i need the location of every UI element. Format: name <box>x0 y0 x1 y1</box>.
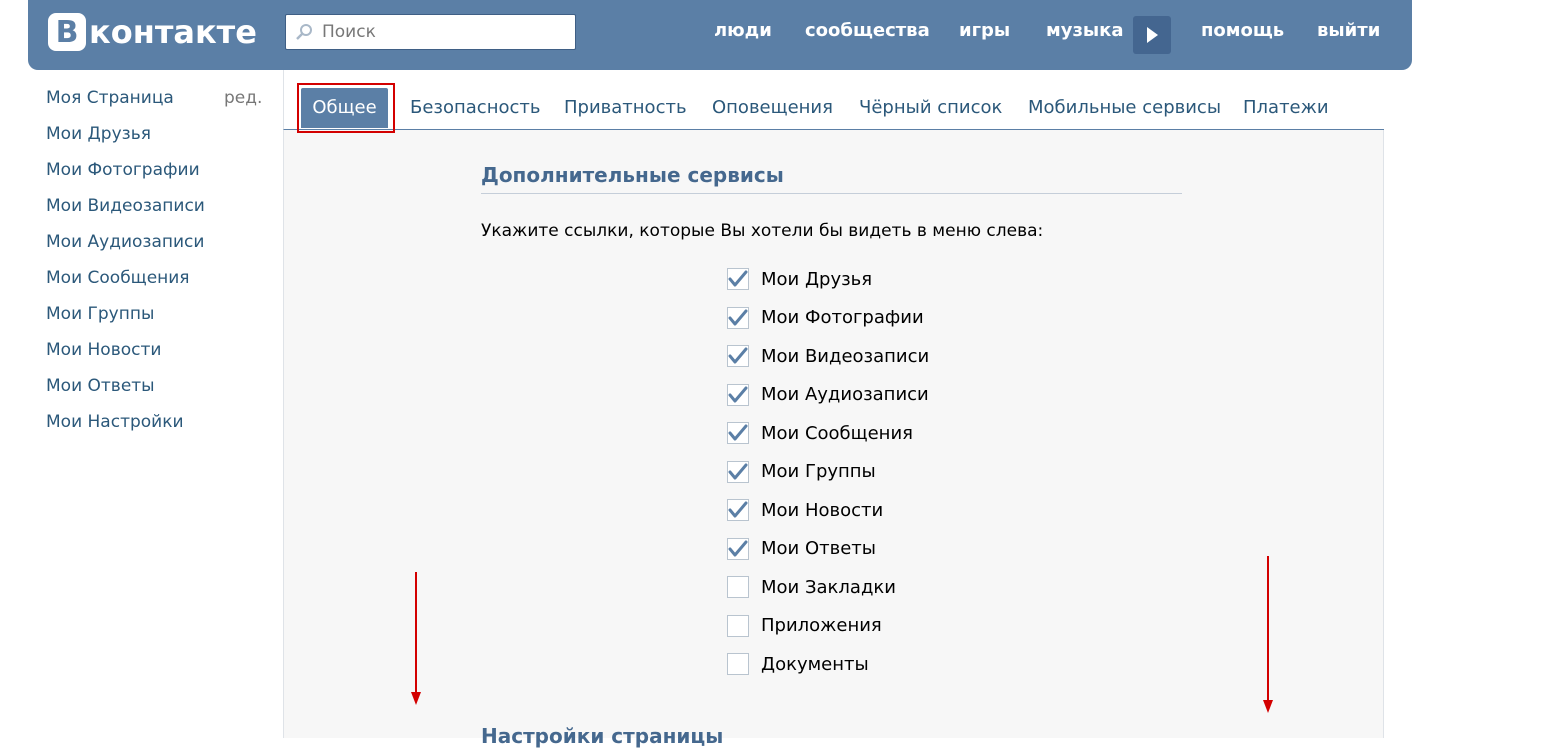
checkbox[interactable] <box>727 537 749 560</box>
top-header: В контакте люди сообщества игры музыка п… <box>28 0 1412 70</box>
tab-blacklist[interactable]: Чёрный список <box>859 88 1002 126</box>
logo-letter: В <box>48 13 86 51</box>
nav-music[interactable]: музыка <box>1046 20 1124 41</box>
edit-link[interactable]: ред. <box>224 84 262 112</box>
sidebar-item-news[interactable]: Мои Новости <box>46 336 266 372</box>
vk-logo[interactable]: В контакте <box>48 12 257 52</box>
checkbox-row[interactable]: Мои Сообщения <box>727 414 929 453</box>
checkbox-label: Мои Ответы <box>761 538 876 560</box>
tab-notifications[interactable]: Оповещения <box>712 88 833 126</box>
checkmark-icon <box>728 347 748 364</box>
checkbox-label: Мои Новости <box>761 499 884 521</box>
menu-options-list: Мои Друзья Мои Фотографии Мои Видеозаписи М… <box>727 260 929 684</box>
music-play-button[interactable] <box>1133 16 1171 54</box>
checkmark-icon <box>728 309 748 326</box>
checkbox-label: Мои Друзья <box>761 268 873 290</box>
checkmark-icon <box>728 540 748 557</box>
checkbox[interactable] <box>727 614 749 637</box>
tab-payments[interactable]: Платежи <box>1243 88 1329 126</box>
checkbox[interactable] <box>727 345 749 368</box>
checkmark-icon <box>728 386 748 403</box>
sidebar-item-videos[interactable]: Мои Видеозаписи <box>46 192 266 228</box>
checkbox-label: Документы <box>761 653 869 675</box>
checkbox-row[interactable]: Мои Закладки <box>727 568 929 607</box>
tab-mobile-services[interactable]: Мобильные сервисы <box>1028 88 1221 126</box>
checkbox-row[interactable]: Мои Друзья <box>727 260 929 299</box>
checkbox-row[interactable]: Приложения <box>727 607 929 646</box>
checkbox-label: Приложения <box>761 615 882 637</box>
nav-help[interactable]: помощь <box>1201 20 1284 41</box>
tab-privacy[interactable]: Приватность <box>564 88 687 126</box>
checkbox-row[interactable]: Документы <box>727 645 929 684</box>
checkbox[interactable] <box>727 422 749 445</box>
section-hint: Укажите ссылки, которые Вы хотели бы вид… <box>481 221 1044 241</box>
checkbox[interactable] <box>727 383 749 406</box>
sidebar-item-settings[interactable]: Мои Настройки <box>46 408 266 444</box>
checkbox[interactable] <box>727 460 749 483</box>
annotation-highlight-box <box>297 83 395 133</box>
checkmark-icon <box>728 463 748 480</box>
nav-games[interactable]: игры <box>959 20 1010 41</box>
checkmark-icon <box>728 501 748 518</box>
checkbox[interactable] <box>727 499 749 522</box>
sidebar-item-friends[interactable]: Мои Друзья <box>46 120 266 156</box>
sidebar-item-answers[interactable]: Мои Ответы <box>46 372 266 408</box>
checkbox-row[interactable]: Мои Видеозаписи <box>727 337 929 376</box>
section-title: Дополнительные сервисы <box>481 163 784 187</box>
sidebar-item-audio[interactable]: Мои Аудиозаписи <box>46 228 266 264</box>
search-icon <box>296 24 312 40</box>
nav-people[interactable]: люди <box>714 20 772 41</box>
checkbox-label: Мои Видеозаписи <box>761 345 930 367</box>
checkbox[interactable] <box>727 576 749 599</box>
checkbox-label: Мои Сообщения <box>761 422 913 444</box>
search-box[interactable] <box>285 14 576 50</box>
annotation-arrow-left <box>411 572 421 705</box>
checkbox-row[interactable]: Мои Ответы <box>727 530 929 569</box>
checkbox[interactable] <box>727 306 749 329</box>
checkbox-label: Мои Аудиозаписи <box>761 384 929 406</box>
checkmark-icon <box>728 270 748 287</box>
logo-text: контакте <box>89 13 257 51</box>
sidebar-item-photos[interactable]: Мои Фотографии <box>46 156 266 192</box>
checkbox-row[interactable]: Мои Группы <box>727 453 929 492</box>
checkbox-row[interactable]: Мои Фотографии <box>727 299 929 338</box>
next-section-title: Настройки страницы <box>481 724 724 748</box>
checkbox-row[interactable]: Мои Новости <box>727 491 929 530</box>
checkbox-label: Мои Группы <box>761 461 876 483</box>
checkbox[interactable] <box>727 268 749 291</box>
checkmark-icon <box>728 424 748 441</box>
annotation-arrow-right <box>1263 556 1273 713</box>
search-input[interactable] <box>320 21 564 43</box>
section-divider <box>481 193 1182 194</box>
sidebar-item-messages[interactable]: Мои Сообщения <box>46 264 266 300</box>
left-menu: Моя Страница Мои Друзья Мои Фотографии М… <box>46 84 266 444</box>
nav-logout[interactable]: выйти <box>1317 20 1380 41</box>
checkbox[interactable] <box>727 653 749 676</box>
nav-communities[interactable]: сообщества <box>805 20 930 41</box>
checkbox-row[interactable]: Мои Аудиозаписи <box>727 376 929 415</box>
checkbox-label: Мои Закладки <box>761 576 896 598</box>
tab-security[interactable]: Безопасность <box>410 88 540 126</box>
sidebar-item-groups[interactable]: Мои Группы <box>46 300 266 336</box>
checkbox-label: Мои Фотографии <box>761 307 924 329</box>
play-icon <box>1147 27 1158 43</box>
